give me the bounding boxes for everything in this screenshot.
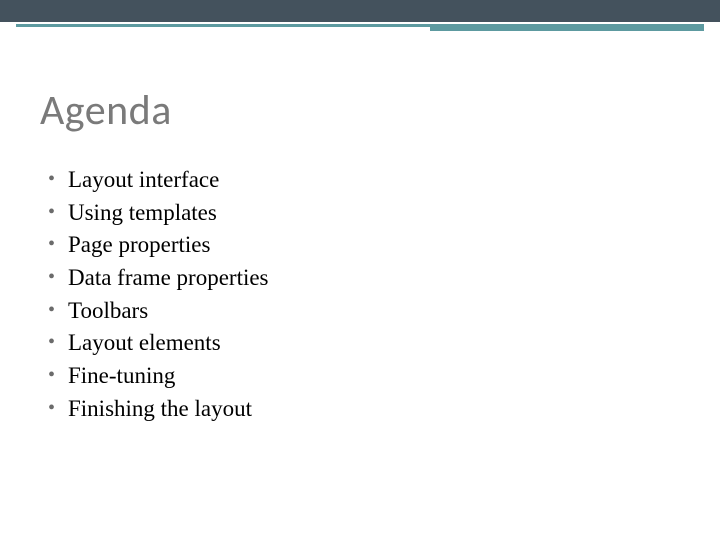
list-item: Toolbars bbox=[68, 295, 680, 328]
list-item: Layout interface bbox=[68, 164, 680, 197]
list-item: Layout elements bbox=[68, 327, 680, 360]
slide-title: Agenda bbox=[40, 85, 680, 136]
header-band bbox=[0, 0, 720, 22]
list-item: Data frame properties bbox=[68, 262, 680, 295]
list-item: Using templates bbox=[68, 197, 680, 230]
list-item: Finishing the layout bbox=[68, 393, 680, 426]
list-item: Fine-tuning bbox=[68, 360, 680, 393]
slide-content: Agenda Layout interface Using templates … bbox=[0, 30, 720, 425]
agenda-list: Layout interface Using templates Page pr… bbox=[40, 164, 680, 425]
accent-divider bbox=[0, 24, 720, 30]
list-item: Page properties bbox=[68, 229, 680, 262]
